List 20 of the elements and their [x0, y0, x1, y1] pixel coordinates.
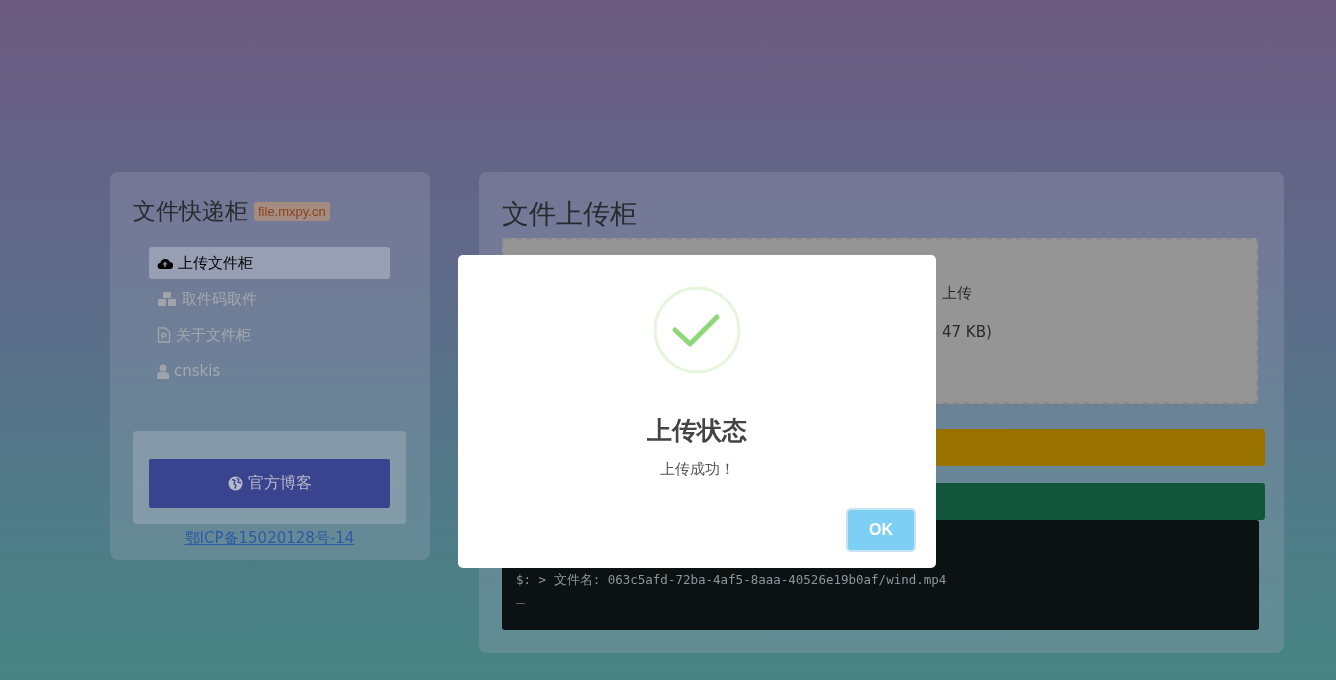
document-icon	[157, 327, 171, 343]
domain-badge: file.mxpy.cn	[254, 202, 330, 221]
cubes-icon	[157, 291, 177, 307]
sidebar-item[interactable]: cnskis	[149, 355, 390, 387]
upload-title: 文件上传柜	[502, 197, 638, 231]
drop-zone-text: 上传	[942, 284, 972, 303]
icp-link[interactable]: 鄂ICP备15020128号-14	[184, 529, 355, 548]
success-check-icon	[653, 286, 741, 374]
user-icon	[157, 363, 169, 379]
cloud-upload-icon	[157, 256, 173, 270]
sidebar-item[interactable]: 上传文件柜	[149, 247, 390, 279]
drop-zone-text: 47 KB)	[942, 323, 992, 341]
terminal-line: $: > 文件名: 063c5afd-72ba-4af5-8aaa-40526e19b0af/wind.mp4	[516, 572, 948, 589]
site-title: 文件快递柜	[133, 197, 248, 226]
blog-button[interactable]: 官方博客	[149, 459, 390, 508]
globe-icon	[227, 476, 243, 491]
dialog-title: 上传状态	[647, 415, 747, 447]
terminal-cursor	[516, 603, 525, 604]
ok-button[interactable]: OK	[846, 508, 916, 552]
dialog-message: 上传成功！	[659, 460, 735, 479]
